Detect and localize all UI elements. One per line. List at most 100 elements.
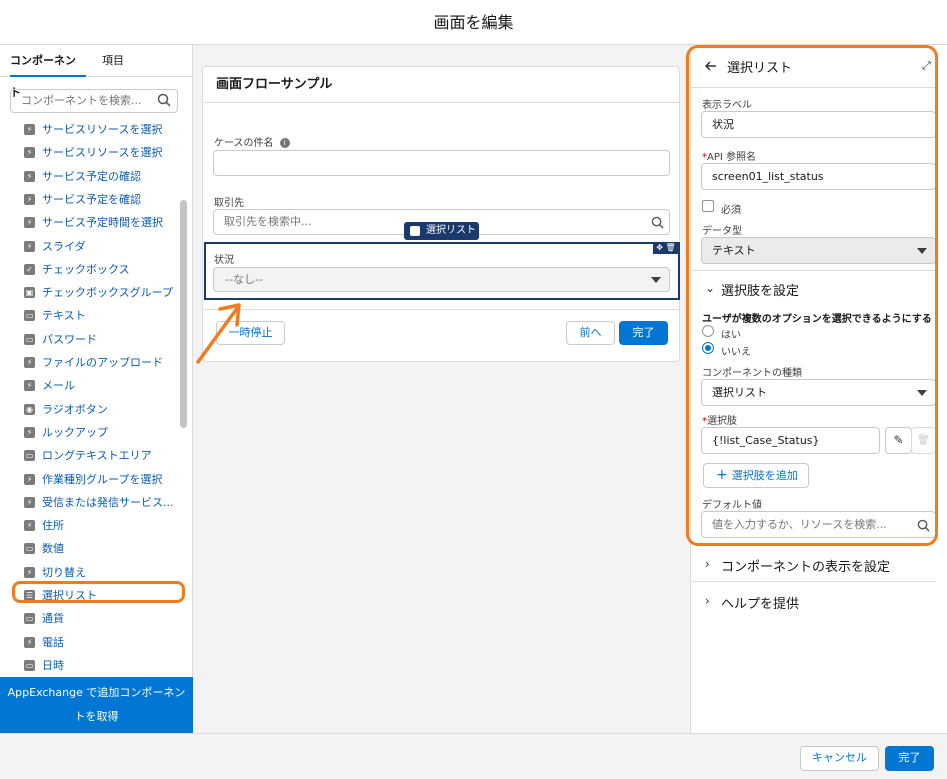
- component-list-item[interactable]: ▭ 数値: [0, 537, 176, 560]
- component-list-item[interactable]: ▣ チェックボックスグループ: [0, 281, 176, 304]
- component-list-label: スライダ: [42, 239, 86, 253]
- component-type-icon: ⚡: [24, 380, 35, 392]
- divider: [203, 309, 679, 310]
- highlight-properties: [686, 45, 938, 546]
- component-list-label: パスワード: [42, 332, 97, 346]
- component-list-item[interactable]: ▭ パスワード: [0, 328, 176, 351]
- left-tabs: コンポーネント 項目: [0, 45, 192, 99]
- component-type-icon: ◉: [24, 403, 35, 415]
- component-type-icon: ⚡: [24, 426, 35, 438]
- component-type-icon: ✓: [24, 263, 35, 275]
- screen-canvas-card: 画面フローサンプル ケースの件名 i 取引先 取引先を検索中... ✥ 🗑 状況 …: [202, 66, 680, 362]
- component-list-item[interactable]: ⚡ サービス予定を確認: [0, 188, 176, 211]
- screen-title: 画面フローサンプル: [216, 77, 333, 92]
- info-icon: i: [279, 138, 290, 148]
- component-list-label: 住所: [42, 519, 64, 533]
- tab-components[interactable]: コンポーネント: [10, 45, 86, 99]
- chevron-right-icon[interactable]: ›: [705, 594, 710, 608]
- appexchange-link[interactable]: AppExchange で追加コンポーネン トを取得: [0, 677, 193, 733]
- component-list-item[interactable]: ✓ チェックボックス: [0, 258, 176, 281]
- component-list-item[interactable]: ⚡ サービスリソースを選択: [0, 141, 176, 164]
- move-delete-icons[interactable]: ✥ 🗑: [653, 242, 679, 254]
- modal-title: 画面を編集: [433, 13, 514, 32]
- component-list-label: ロングテキストエリア: [42, 449, 152, 463]
- account-placeholder: 取引先を検索中...: [224, 215, 312, 228]
- component-list-item[interactable]: ⚡ ファイルのアップロード: [0, 351, 176, 374]
- component-type-icon: ▭: [24, 450, 35, 462]
- case-subject-input[interactable]: [213, 150, 670, 176]
- component-list-label: チェックボックス: [42, 262, 130, 276]
- component-list-label: サービスリソースを選択: [42, 123, 163, 136]
- component-list-item[interactable]: ▭ テキスト: [0, 304, 176, 327]
- previous-button[interactable]: 前へ: [566, 321, 615, 345]
- component-type-icon: ⚡: [24, 240, 35, 252]
- component-list-item[interactable]: ⚡ メール: [0, 374, 176, 397]
- status-picklist[interactable]: --なし--: [213, 267, 670, 292]
- component-search-input[interactable]: コンポーネントを検索...: [10, 89, 178, 113]
- help-section-title[interactable]: ヘルプを提供: [721, 593, 799, 612]
- component-type-icon: ⚡: [24, 520, 35, 532]
- component-list-item[interactable]: ⚡ サービス予定の確認: [0, 165, 176, 188]
- search-placeholder: コンポーネントを検索...: [21, 94, 142, 107]
- component-list-item[interactable]: ⚡ 住所: [0, 514, 176, 537]
- component-type-icon: ⚡: [24, 147, 35, 159]
- component-type-icon: ⚡: [24, 193, 35, 205]
- component-type-icon: ▭: [24, 333, 35, 345]
- chevron-down-icon: [651, 277, 661, 283]
- appexchange-line1: AppExchange で追加コンポーネン: [7, 686, 186, 699]
- component-list-item[interactable]: ▭ ロングテキストエリア: [0, 444, 176, 467]
- component-list-label: サービス予定を確認: [42, 192, 141, 206]
- component-list-label: ルックアップ: [42, 425, 108, 439]
- component-type-icon: ▭: [24, 613, 35, 625]
- component-list-label: ファイルのアップロード: [42, 356, 163, 369]
- picklist-component-badge: 選択リスト: [404, 222, 479, 240]
- left-panel: コンポーネント 項目 コンポーネントを検索... ⚡ サービスリソースを選択 ⚡ サー…: [0, 45, 193, 733]
- account-label: 取引先: [214, 198, 244, 209]
- component-type-icon: ⚡: [24, 357, 35, 368]
- finish-button[interactable]: 完了: [619, 321, 668, 345]
- visibility-section-title[interactable]: コンポーネントの表示を設定: [721, 556, 890, 575]
- component-type-icon: ⚡: [24, 496, 35, 508]
- search-icon: [651, 216, 664, 229]
- component-list-label: サービス予定の確認: [42, 169, 141, 183]
- component-list-item[interactable]: ▭ 通貨: [0, 607, 176, 630]
- component-list-item[interactable]: ⚡ サービスリソースを選択: [0, 118, 176, 141]
- highlight-picklist-item: [12, 581, 185, 603]
- status-label: 状況: [214, 255, 234, 266]
- component-list-item[interactable]: ⚡ スライダ: [0, 235, 176, 258]
- component-type-icon: ⚡: [24, 217, 35, 229]
- component-list-label: 日時: [42, 658, 64, 672]
- component-list-label: ラジオボタン: [42, 402, 108, 416]
- divider: [691, 581, 936, 582]
- component-list-item[interactable]: ⚡ サービス予定時間を選択: [0, 211, 176, 234]
- appexchange-line2: トを取得: [74, 710, 119, 723]
- component-list-label: 通貨: [42, 612, 64, 626]
- picklist-icon: [410, 226, 420, 236]
- cancel-button[interactable]: キャンセル: [800, 746, 879, 771]
- case-subject-label: ケースの件名 i: [214, 134, 290, 149]
- list-scrollbar[interactable]: [180, 200, 187, 428]
- component-list-item[interactable]: ⚡ ルックアップ: [0, 421, 176, 444]
- component-list-label: メール: [42, 379, 75, 393]
- component-list-item[interactable]: ⚡ 電話: [0, 631, 176, 654]
- tab-fields[interactable]: 項目: [102, 45, 132, 77]
- component-type-icon: ▭: [24, 543, 35, 555]
- component-type-icon: ⚡: [24, 170, 35, 182]
- component-type-icon: ▣: [24, 287, 35, 299]
- component-list-label: テキスト: [42, 309, 86, 323]
- divider: [203, 102, 679, 103]
- component-type-icon: ▭: [24, 310, 35, 322]
- modal-footer: キャンセル 完了: [0, 733, 947, 779]
- status-value: --なし--: [225, 273, 263, 286]
- component-list-label: サービス予定時間を選択: [42, 216, 163, 230]
- component-list-item[interactable]: ⚡ 受信または発信サービス...: [0, 491, 176, 514]
- chevron-right-icon[interactable]: ›: [705, 557, 710, 571]
- done-button[interactable]: 完了: [885, 746, 934, 771]
- component-list-item[interactable]: ▭ 日時: [0, 654, 176, 674]
- component-type-icon: ⚡: [24, 473, 35, 485]
- component-list-item[interactable]: ⚡ 作業種別グループを選択: [0, 468, 176, 491]
- component-type-icon: ▭: [24, 659, 35, 671]
- component-list-item[interactable]: ◉ ラジオボタン: [0, 398, 176, 421]
- component-list-label: サービスリソースを選択: [42, 146, 163, 160]
- component-list-label: 受信または発信サービス...: [42, 495, 174, 509]
